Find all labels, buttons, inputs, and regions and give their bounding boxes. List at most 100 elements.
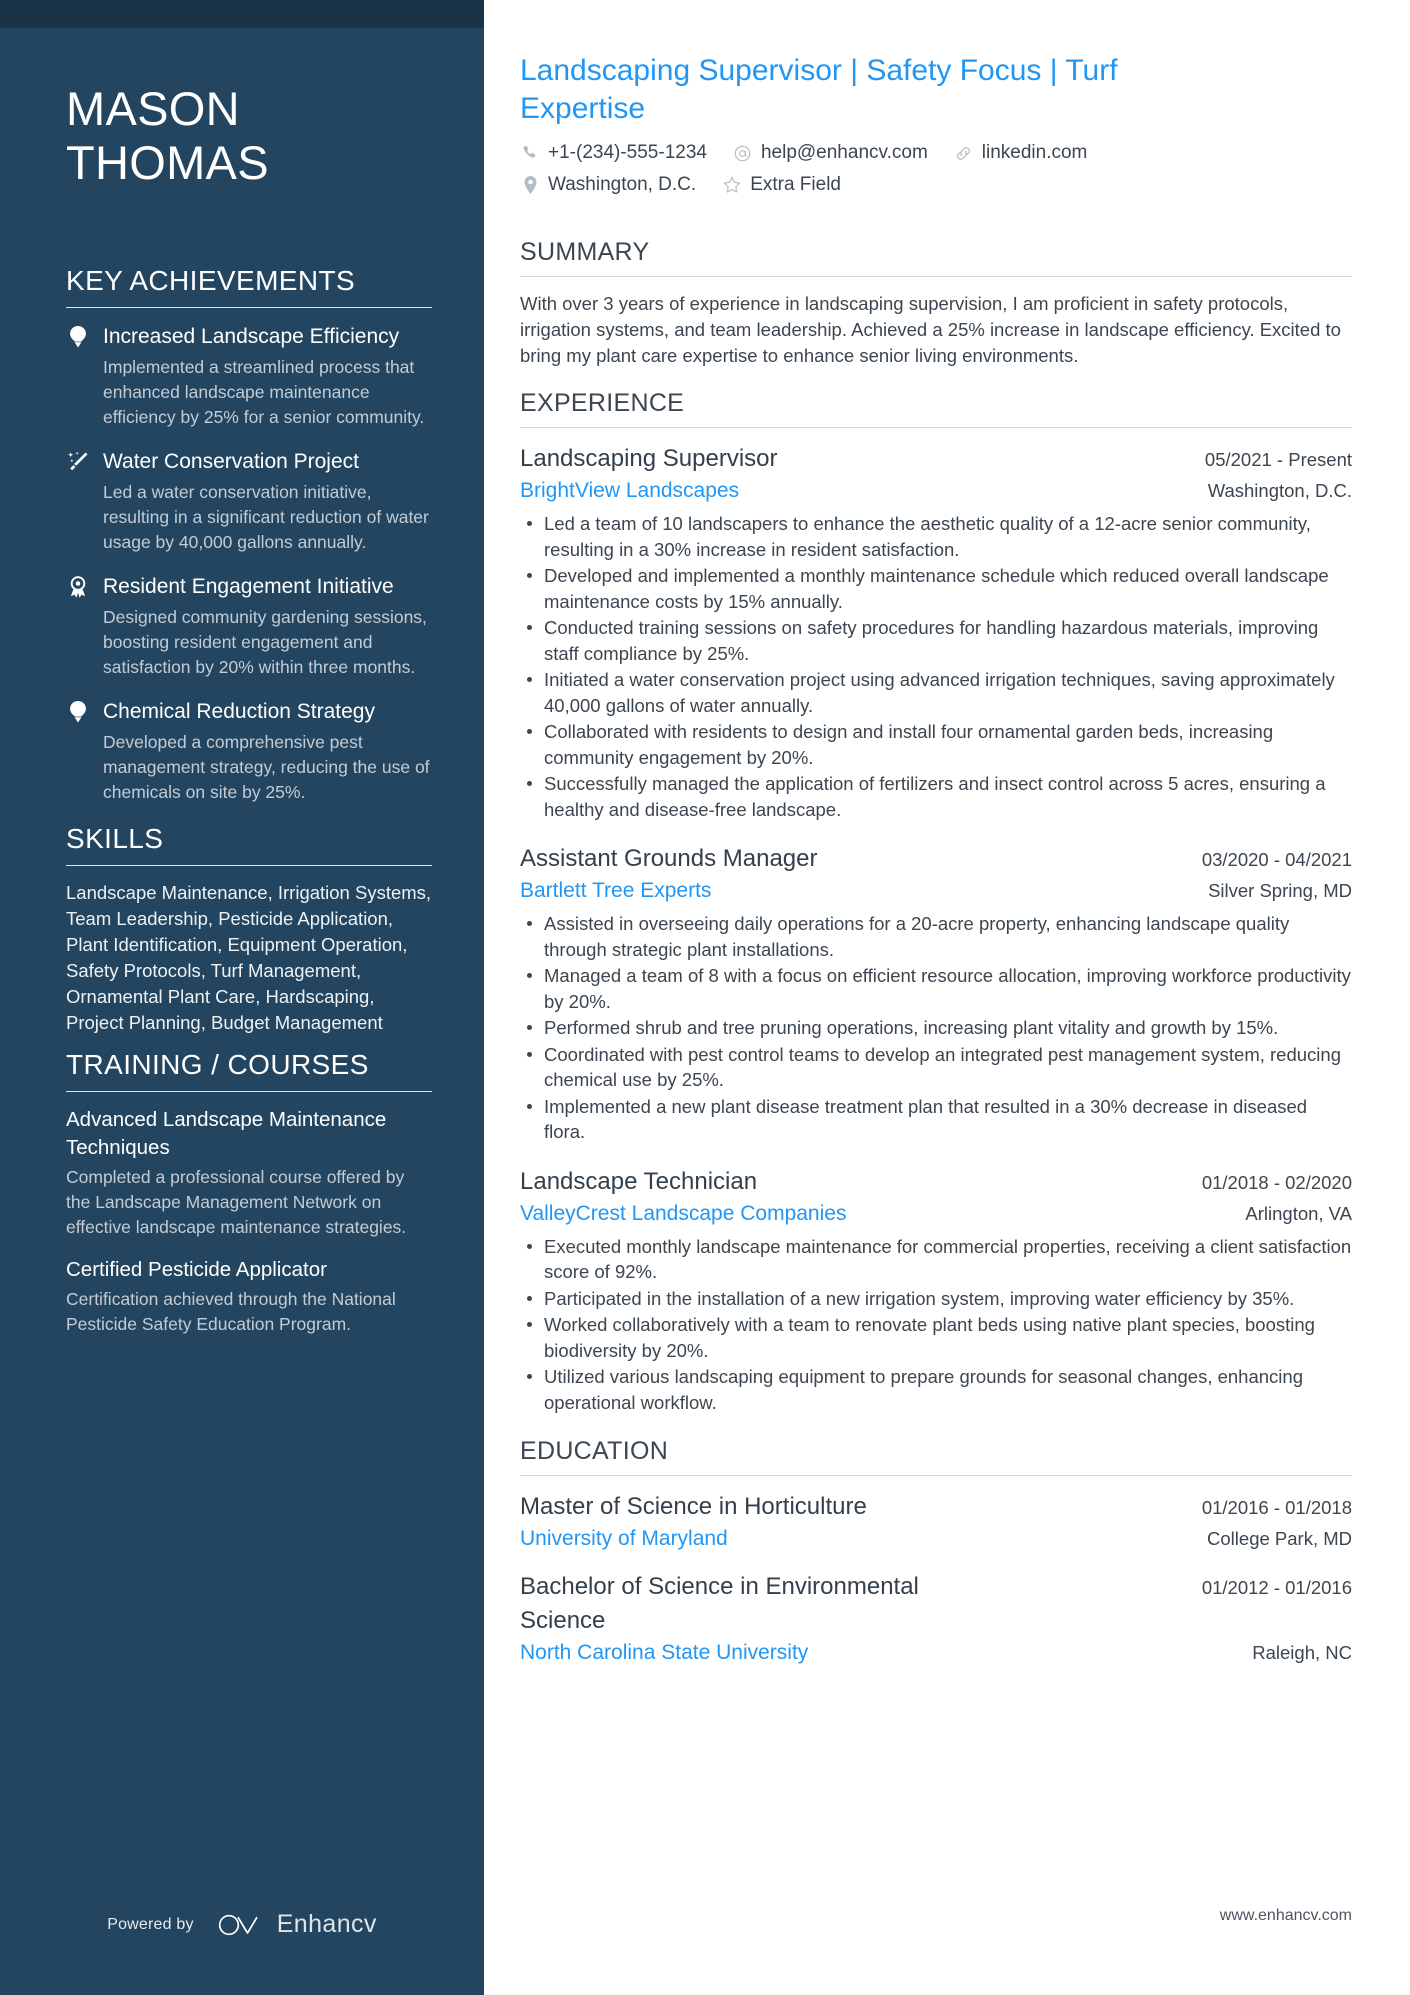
main-content: Landscaping Supervisor | Safety Focus | … <box>484 0 1410 1995</box>
job-bullet: Participated in the installation of a ne… <box>520 1286 1352 1312</box>
education-date: 01/2012 - 01/2016 <box>1201 1577 1352 1598</box>
name-last: THOMAS <box>66 136 269 189</box>
education-location: Raleigh, NC <box>1252 1642 1352 1663</box>
summary-heading: SUMMARY <box>520 238 650 266</box>
job-location: Silver Spring, MD <box>1208 880 1352 901</box>
job-bullets: Assisted in overseeing daily operations … <box>520 911 1352 1145</box>
job-bullet: Developed and implemented a monthly main… <box>520 563 1352 614</box>
job-bullet: Managed a team of 8 with a focus on effi… <box>520 963 1352 1014</box>
job-bullet: Successfully managed the application of … <box>520 771 1352 822</box>
section-training-courses: TRAINING / COURSES Advanced Landscape Ma… <box>66 1048 432 1337</box>
achievement-title: Resident Engagement Initiative <box>103 575 394 598</box>
experience-entry: Assistant Grounds Manager 03/2020 - 04/2… <box>520 842 1352 1145</box>
resume-page: MASON THOMAS KEY ACHIEVEMENTS Increased … <box>0 0 1410 1995</box>
education-date: 01/2016 - 01/2018 <box>1201 1497 1352 1518</box>
sidebar-footer: Powered by Enhancv <box>0 1910 484 1939</box>
skills-heading: SKILLS <box>66 823 164 854</box>
contact-linkedin-text: linkedin.com <box>981 142 1088 163</box>
contact-phone-text: +1-(234)-555-1234 <box>548 142 707 163</box>
section-skills: SKILLS Landscape Maintenance, Irrigation… <box>66 822 432 1036</box>
education-entry: Bachelor of Science in Environmental Sci… <box>520 1570 1352 1668</box>
powered-by-label: Powered by <box>107 1915 194 1933</box>
job-bullet: Implemented a new plant disease treatmen… <box>520 1094 1352 1145</box>
contact-linkedin[interactable]: linkedin.com <box>954 140 1088 166</box>
job-title: Landscaping Supervisor <box>520 445 778 472</box>
course-description: Completed a professional course offered … <box>66 1167 407 1237</box>
divider <box>66 865 432 866</box>
footer-url[interactable]: www.enhancv.com <box>1220 1907 1352 1925</box>
experience-heading: EXPERIENCE <box>520 389 685 417</box>
experience-entry: Landscape Technician 01/2018 - 02/2020 V… <box>520 1165 1352 1416</box>
sidebar-top-bar <box>0 0 484 28</box>
job-company[interactable]: BrightView Landscapes <box>520 476 739 506</box>
education-school[interactable]: University of Maryland <box>520 1524 728 1554</box>
contact-row-primary: +1-(234)-555-1234 help@enhancv.com linke… <box>520 140 1352 166</box>
contact-extra-field-text: Extra Field <box>750 174 841 195</box>
candidate-name: MASON THOMAS <box>66 82 432 190</box>
job-bullet: Initiated a water conservation project u… <box>520 667 1352 718</box>
course-title: Advanced Landscape Maintenance Technique… <box>66 1108 387 1159</box>
achievement-description: Designed community gardening sessions, b… <box>103 607 427 677</box>
achievement-description: Led a water conservation initiative, res… <box>103 482 429 552</box>
lightbulb-icon <box>66 322 90 430</box>
education-heading: EDUCATION <box>520 1437 669 1465</box>
enhancv-wordmark: Enhancv <box>276 1910 377 1938</box>
contact-phone[interactable]: +1-(234)-555-1234 <box>520 140 707 166</box>
contact-email-text: help@enhancv.com <box>760 142 928 163</box>
contact-details: +1-(234)-555-1234 help@enhancv.com linke… <box>520 140 1352 198</box>
job-date: 01/2018 - 02/2020 <box>1201 1171 1352 1193</box>
contact-row-secondary: Washington, D.C. Extra Field <box>520 172 1352 198</box>
job-date: 03/2020 - 04/2021 <box>1201 849 1352 870</box>
divider <box>66 307 432 308</box>
achievement-title: Increased Landscape Efficiency <box>103 325 400 348</box>
job-bullet: Conducted training sessions on safety pr… <box>520 615 1352 666</box>
job-bullet: Coordinated with pest control teams to d… <box>520 1042 1352 1093</box>
star-icon <box>722 175 742 195</box>
job-bullet: Performed shrub and tree pruning operati… <box>520 1015 1352 1041</box>
contact-location-text: Washington, D.C. <box>548 174 697 195</box>
divider <box>520 276 1352 277</box>
contact-location: Washington, D.C. <box>520 172 696 198</box>
achievement-title: Water Conservation Project <box>103 450 359 473</box>
education-school[interactable]: North Carolina State University <box>520 1638 808 1668</box>
job-company[interactable]: Bartlett Tree Experts <box>520 876 711 906</box>
award-ribbon-icon <box>66 572 90 680</box>
job-company[interactable]: ValleyCrest Landscape Companies <box>520 1199 846 1229</box>
achievement-item: Water Conservation Project Led a water c… <box>66 447 432 555</box>
education-location: College Park, MD <box>1207 1528 1352 1549</box>
name-first: MASON <box>66 82 240 135</box>
key-achievements-heading: KEY ACHIEVEMENTS <box>66 265 356 296</box>
phone-icon <box>520 143 540 163</box>
map-pin-icon <box>520 175 540 195</box>
job-title: Landscape Technician <box>520 1167 758 1195</box>
job-bullet: Worked collaboratively with a team to re… <box>520 1312 1352 1363</box>
job-location: Arlington, VA <box>1245 1202 1352 1224</box>
achievement-item: Increased Landscape Efficiency Implement… <box>66 322 432 430</box>
experience-entry: Landscaping Supervisor 05/2021 - Present… <box>520 442 1352 822</box>
enhancv-logo: Enhancv <box>216 1910 377 1939</box>
achievement-item: Resident Engagement Initiative Designed … <box>66 572 432 680</box>
achievement-description: Developed a comprehensive pest managemen… <box>103 732 430 802</box>
course-item: Certified Pesticide Applicator Certifica… <box>66 1256 432 1337</box>
sidebar: MASON THOMAS KEY ACHIEVEMENTS Increased … <box>0 0 484 1995</box>
job-bullets: Led a team of 10 landscapers to enhance … <box>520 511 1352 822</box>
achievement-item: Chemical Reduction Strategy Developed a … <box>66 697 432 805</box>
divider <box>520 427 1352 428</box>
summary-text: With over 3 years of experience in lands… <box>520 293 1341 366</box>
magic-wand-icon <box>66 447 90 555</box>
achievement-description: Implemented a streamlined process that e… <box>103 357 425 427</box>
achievement-title: Chemical Reduction Strategy <box>103 700 375 723</box>
job-bullet: Collaborated with residents to design an… <box>520 719 1352 770</box>
divider <box>66 1091 432 1092</box>
lightbulb-icon <box>66 697 90 805</box>
job-bullet: Assisted in overseeing daily operations … <box>520 911 1352 962</box>
course-description: Certification achieved through the Natio… <box>66 1289 396 1334</box>
course-item: Advanced Landscape Maintenance Technique… <box>66 1106 432 1240</box>
enhancv-mark-icon <box>218 1914 258 1935</box>
job-date: 05/2021 - Present <box>1204 449 1352 470</box>
at-sign-icon <box>733 143 753 163</box>
training-courses-heading: TRAINING / COURSES <box>66 1049 369 1080</box>
section-experience: EXPERIENCE Landscaping Supervisor 05/202… <box>520 387 1352 1415</box>
course-title: Certified Pesticide Applicator <box>66 1258 327 1281</box>
contact-email[interactable]: help@enhancv.com <box>733 140 928 166</box>
